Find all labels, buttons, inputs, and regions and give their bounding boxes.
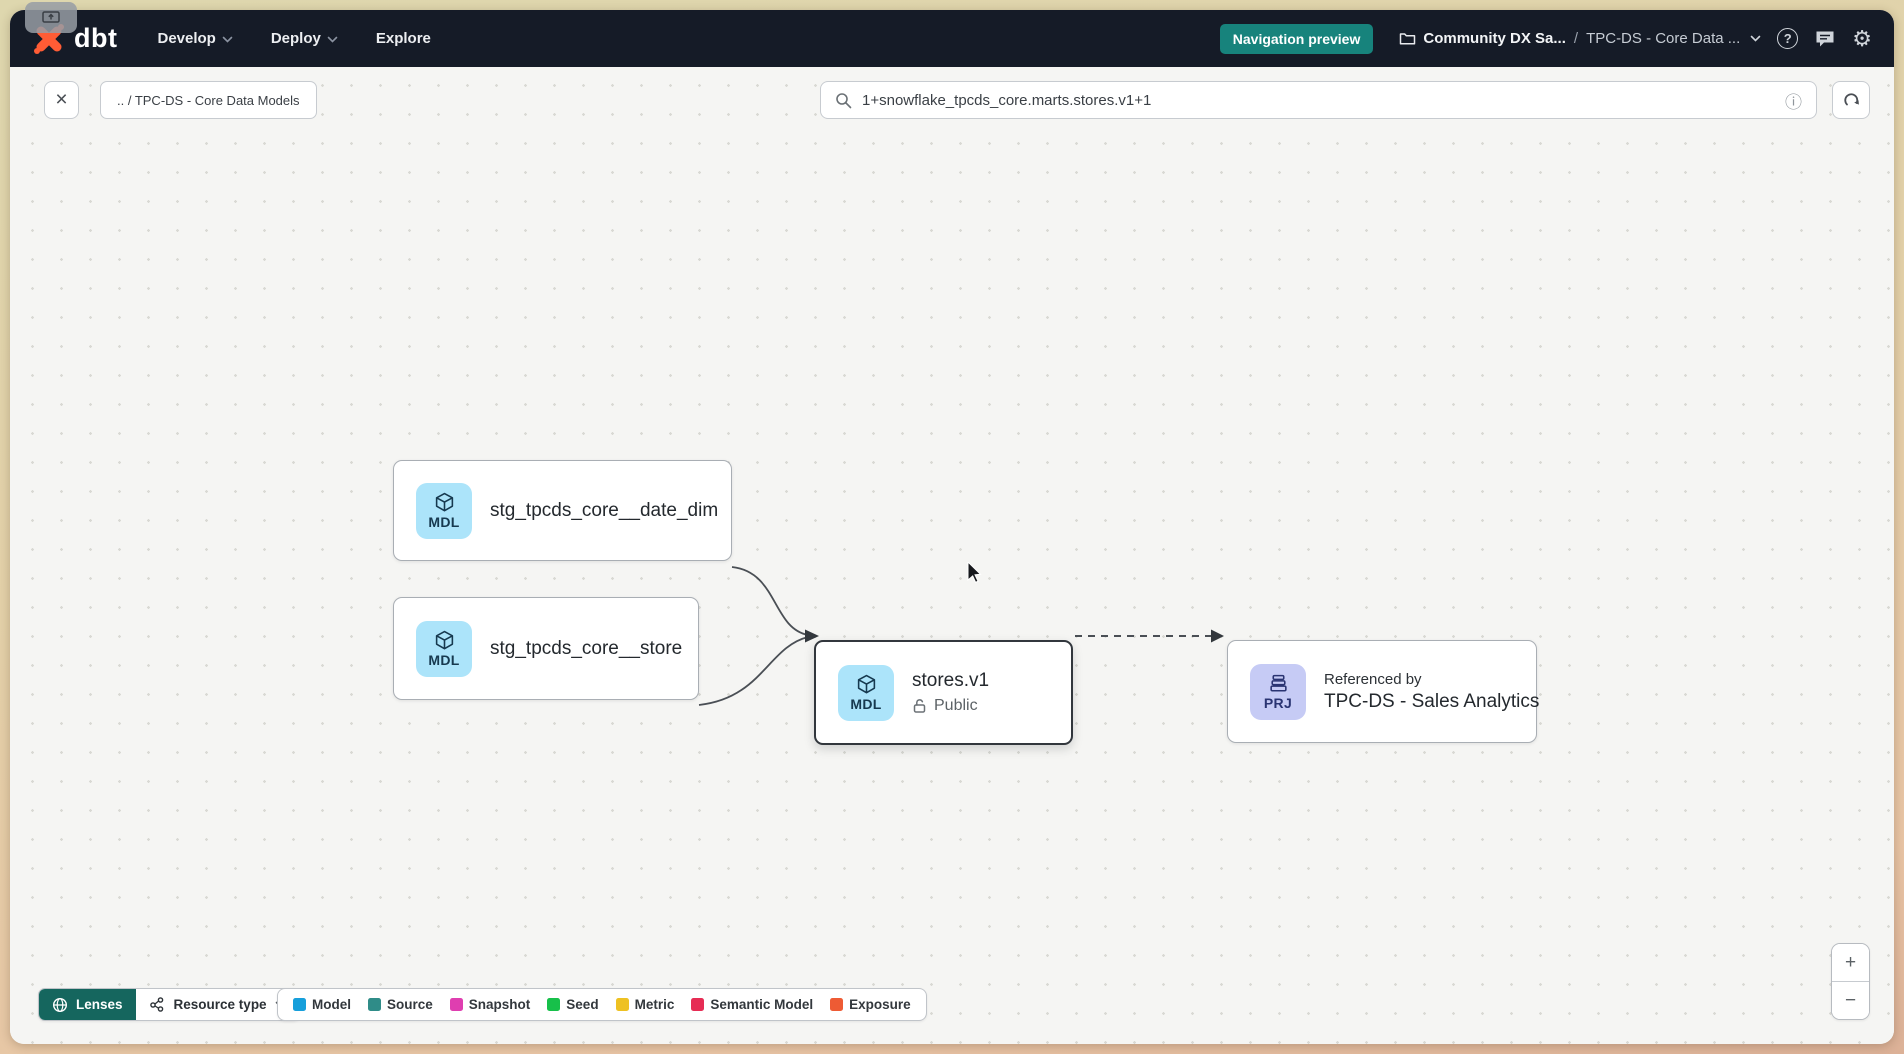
breadcrumb-section[interactable]: TPC-DS - Core Data ...: [1586, 30, 1740, 47]
navigation-preview-badge[interactable]: Navigation preview: [1220, 24, 1374, 54]
legend-label: Exposure: [849, 997, 911, 1012]
node-stg-tpcds-core-date-dim[interactable]: MDL stg_tpcds_core__date_dim: [393, 460, 732, 561]
legend-label: Source: [387, 997, 433, 1012]
app-window: dbt Develop Deploy Explore Navigation pr…: [10, 10, 1894, 1044]
node-title: Referenced by: [1324, 671, 1539, 688]
legend-swatch: [293, 998, 306, 1011]
node-stores-v1[interactable]: MDL stores.v1 Public: [814, 640, 1073, 745]
main-menu: Develop Deploy Explore: [157, 30, 430, 47]
lineage-edges: [10, 67, 1894, 1044]
legend-item-exposure: Exposure: [830, 997, 911, 1012]
legend-label: Snapshot: [469, 997, 531, 1012]
top-navbar: dbt Develop Deploy Explore Navigation pr…: [10, 10, 1894, 67]
search-value: 1+snowflake_tpcds_core.marts.stores.v1+1: [862, 92, 1775, 109]
node-access: Public: [912, 697, 989, 715]
badge-label: PRJ: [1264, 695, 1292, 711]
legend-swatch: [691, 998, 704, 1011]
settings-gear-icon[interactable]: ⚙: [1852, 28, 1872, 50]
zoom-control: + −: [1831, 943, 1870, 1020]
graph-icon: [149, 997, 166, 1012]
lens-icon: [52, 997, 68, 1013]
lenses-control-group: Lenses Resource type: [38, 988, 300, 1021]
mouse-cursor: [967, 562, 987, 584]
legend-item-source: Source: [368, 997, 433, 1012]
legend-label: Model: [312, 997, 351, 1012]
menu-explore[interactable]: Explore: [376, 30, 431, 47]
zoom-out-button[interactable]: −: [1832, 982, 1869, 1019]
cube-icon: [434, 492, 455, 513]
model-badge: MDL: [416, 621, 472, 677]
access-label: Public: [934, 697, 978, 715]
menu-develop-label: Develop: [157, 30, 215, 47]
legend-swatch: [547, 998, 560, 1011]
feedback-icon[interactable]: [1814, 29, 1836, 49]
model-badge: MDL: [416, 483, 472, 539]
menu-explore-label: Explore: [376, 30, 431, 47]
breadcrumb-project[interactable]: Community DX Sa...: [1399, 30, 1566, 47]
legend-swatch: [368, 998, 381, 1011]
folder-icon: [1399, 31, 1416, 46]
project-badge: PRJ: [1250, 664, 1306, 720]
cube-icon: [434, 630, 455, 651]
cube-icon: [856, 674, 877, 695]
unlock-icon: [912, 698, 927, 714]
legend-item-semantic-model: Semantic Model: [691, 997, 813, 1012]
resource-type-dropdown[interactable]: Resource type: [136, 989, 299, 1020]
badge-label: MDL: [428, 652, 459, 668]
legend-item-snapshot: Snapshot: [450, 997, 531, 1012]
node-label: stores.v1: [912, 670, 989, 692]
lineage-canvas[interactable]: × .. / TPC-DS - Core Data Models 1+snowf…: [10, 67, 1894, 1044]
lineage-search-input[interactable]: 1+snowflake_tpcds_core.marts.stores.v1+1…: [820, 81, 1817, 119]
breadcrumb-project-label: Community DX Sa...: [1423, 30, 1566, 47]
zoom-in-button[interactable]: +: [1832, 944, 1869, 981]
legend-item-seed: Seed: [547, 997, 598, 1012]
node-label: stg_tpcds_core__store: [490, 638, 682, 660]
legend-label: Seed: [566, 997, 598, 1012]
stack-icon: [1268, 673, 1289, 694]
breadcrumb-separator: /: [1574, 30, 1578, 47]
info-icon[interactable]: ⓘ: [1785, 88, 1802, 113]
legend-label: Metric: [635, 997, 675, 1012]
lenses-button[interactable]: Lenses: [39, 989, 136, 1020]
menu-develop[interactable]: Develop: [157, 30, 232, 47]
resource-type-legend: Model Source Snapshot Seed Metric Semant…: [277, 988, 927, 1021]
resource-type-label: Resource type: [174, 997, 267, 1012]
chevron-down-icon[interactable]: [1750, 35, 1761, 42]
close-button[interactable]: ×: [44, 81, 79, 119]
legend-swatch: [616, 998, 629, 1011]
lineage-breadcrumb-chip[interactable]: .. / TPC-DS - Core Data Models: [100, 81, 317, 119]
badge-label: MDL: [850, 696, 881, 712]
breadcrumb: Community DX Sa... / TPC-DS - Core Data …: [1399, 30, 1761, 47]
node-text-block: stores.v1 Public: [912, 670, 989, 715]
chevron-down-icon: [222, 36, 233, 43]
legend-swatch: [830, 998, 843, 1011]
node-label: stg_tpcds_core__date_dim: [490, 500, 718, 522]
search-icon: [835, 92, 852, 109]
menu-deploy-label: Deploy: [271, 30, 321, 47]
refresh-button[interactable]: [1832, 81, 1870, 119]
chevron-down-icon: [327, 36, 338, 43]
lenses-label: Lenses: [76, 997, 123, 1012]
model-badge: MDL: [838, 665, 894, 721]
node-stg-tpcds-core-store[interactable]: MDL stg_tpcds_core__store: [393, 597, 699, 700]
menu-deploy[interactable]: Deploy: [271, 30, 338, 47]
node-text-block: Referenced by TPC-DS - Sales Analytics: [1324, 671, 1539, 713]
node-label: TPC-DS - Sales Analytics: [1324, 691, 1539, 713]
node-referenced-by-sales-analytics[interactable]: PRJ Referenced by TPC-DS - Sales Analyti…: [1227, 640, 1537, 743]
screen-share-indicator: [25, 2, 77, 33]
navbar-right: Navigation preview Community DX Sa... / …: [1220, 24, 1872, 54]
legend-swatch: [450, 998, 463, 1011]
legend-item-model: Model: [293, 997, 351, 1012]
badge-label: MDL: [428, 514, 459, 530]
help-icon[interactable]: ?: [1777, 28, 1798, 49]
dbt-logo-text: dbt: [74, 23, 117, 54]
legend-label: Semantic Model: [710, 997, 813, 1012]
legend-item-metric: Metric: [616, 997, 675, 1012]
